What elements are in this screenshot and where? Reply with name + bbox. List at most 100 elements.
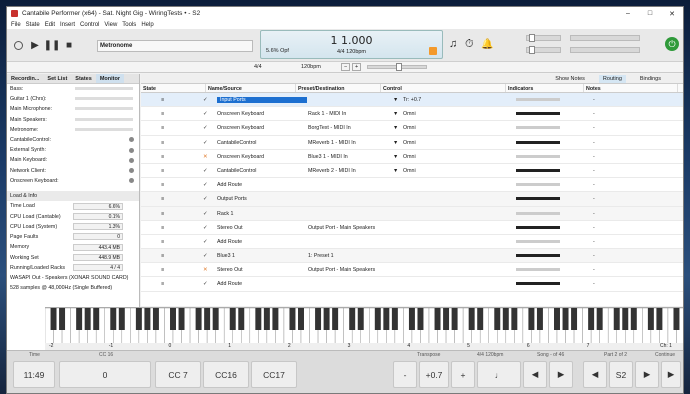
route-row[interactable]: ≡ ✓ Rack 1 - [141,206,683,221]
drag-handle-icon[interactable]: ≡ [161,154,164,160]
route-row[interactable]: ≡ ✓ Onscreen Keyboard Rack 1 - MIDI In ▼ Omni… [141,107,683,122]
cc16-button[interactable]: 0 [59,361,151,388]
slider-knob[interactable] [396,63,402,71]
filter-icon[interactable]: ▼ [393,154,398,160]
prev-song-button[interactable]: ◀ [523,361,547,388]
route-row[interactable]: ≡ ✓ Stereo Out Output Port - Main Speakers - [141,221,683,235]
tab-1[interactable]: Set List [43,74,71,83]
black-key[interactable] [59,308,66,330]
onscreen-keyboard[interactable] [44,307,684,345]
black-key[interactable] [195,308,202,330]
black-key[interactable] [673,308,680,330]
black-key[interactable] [443,308,450,330]
close-icon[interactable]: ✕ [661,10,683,18]
time-button[interactable]: 11:49 [13,361,55,388]
black-key[interactable] [622,308,629,330]
black-key[interactable] [502,308,509,330]
drag-handle-icon[interactable]: ≡ [161,111,164,117]
drag-handle-icon[interactable]: ≡ [161,196,164,202]
black-key[interactable] [110,308,117,330]
black-key[interactable] [272,308,279,330]
next-state-button[interactable]: ▶ [635,361,659,388]
check-icon[interactable]: ✓ [203,211,207,217]
route-row[interactable]: ≡ ✓ Onscreen Keyboard BorgText - MIDI In ▼ Om… [141,121,683,136]
black-key[interactable] [647,308,654,330]
black-key[interactable] [332,308,339,330]
black-key[interactable] [118,308,125,330]
cc7-button[interactable]: CC 7 [155,361,201,388]
black-key[interactable] [357,308,364,330]
black-key[interactable] [630,308,637,330]
tempo-increase-button[interactable]: + [352,63,362,71]
black-key[interactable] [298,308,304,330]
black-key[interactable] [135,308,142,330]
master-level-slider-2[interactable] [526,46,561,54]
maximize-icon[interactable]: □ [639,10,661,18]
check-icon[interactable]: ✓ [203,125,207,131]
drag-handle-icon[interactable]: ≡ [161,253,164,259]
transpose-down-button[interactable]: - [393,361,417,388]
route-row[interactable]: ≡ ✓ Add Route - [141,178,683,193]
black-key[interactable] [477,308,484,330]
metronome-icon[interactable]: ♫ [449,38,457,50]
menu-item[interactable]: Control [80,22,99,28]
drag-handle-icon[interactable]: ≡ [161,97,164,103]
drag-handle-icon[interactable]: ≡ [161,182,164,188]
drag-handle-icon[interactable]: ≡ [161,140,164,146]
filter-icon[interactable]: ▼ [393,97,398,103]
black-key[interactable] [255,308,262,330]
menu-item[interactable]: State [26,22,40,28]
black-key[interactable] [93,308,100,330]
tab-2[interactable]: States [71,74,96,83]
black-key[interactable] [349,308,356,330]
black-key[interactable] [178,308,185,330]
black-key[interactable] [229,308,236,330]
black-key[interactable] [588,308,595,330]
disabled-icon[interactable]: ✕ [203,154,207,160]
check-icon[interactable]: ✓ [203,97,207,103]
filter-icon[interactable]: ▼ [393,125,398,131]
disabled-icon[interactable]: ✕ [203,267,207,273]
keyboard-keys[interactable] [44,307,684,345]
route-row[interactable]: ≡ ✕ Stereo Out Output Port - Main Speakers - [141,263,683,278]
filter-icon[interactable]: ▼ [393,168,398,174]
black-key[interactable] [417,308,424,330]
black-key[interactable] [536,308,543,330]
check-icon[interactable]: ✓ [203,281,207,287]
tap-icon[interactable]: ⏱ [465,38,474,51]
drag-handle-icon[interactable]: ≡ [161,225,164,231]
filter-icon[interactable]: ▼ [393,140,398,146]
black-key[interactable] [468,308,475,330]
black-key[interactable] [383,308,390,330]
menu-item[interactable]: Edit [45,22,55,28]
prev-state-button[interactable]: ◀ [583,361,607,388]
black-key[interactable] [554,308,560,330]
drag-handle-icon[interactable]: ≡ [161,267,164,273]
check-icon[interactable]: ✓ [203,239,207,245]
black-key[interactable] [50,308,57,330]
black-key[interactable] [84,308,91,330]
tempo-decrease-button[interactable]: − [341,63,351,71]
transpose-up-button[interactable]: + [451,361,475,388]
menu-item[interactable]: Help [141,22,153,28]
black-key[interactable] [144,308,151,330]
black-key[interactable] [511,308,518,330]
menu-item[interactable]: Insert [60,22,75,28]
black-key[interactable] [434,308,441,330]
menu-item[interactable]: File [11,22,21,28]
song-field[interactable]: Metronome [97,40,253,52]
black-key[interactable] [408,308,415,330]
black-key[interactable] [212,308,219,330]
drag-handle-icon[interactable]: ≡ [161,125,164,131]
right-tab-2[interactable]: Bindings [640,76,661,82]
black-key[interactable] [263,308,270,330]
cc16-2-button[interactable]: CC16 [203,361,249,388]
slider-knob[interactable] [529,46,535,54]
route-row[interactable]: ≡ ✕ Onscreen Keyboard Blue3 1 - MIDI In ▼ Omn… [141,150,683,164]
route-row[interactable]: ≡ ✓ Add Route - [141,277,683,292]
black-key[interactable] [596,308,603,330]
black-key[interactable] [571,308,578,330]
master-level-slider[interactable] [526,34,561,42]
pause-button[interactable]: ❚❚ [44,39,61,51]
black-key[interactable] [289,308,296,330]
